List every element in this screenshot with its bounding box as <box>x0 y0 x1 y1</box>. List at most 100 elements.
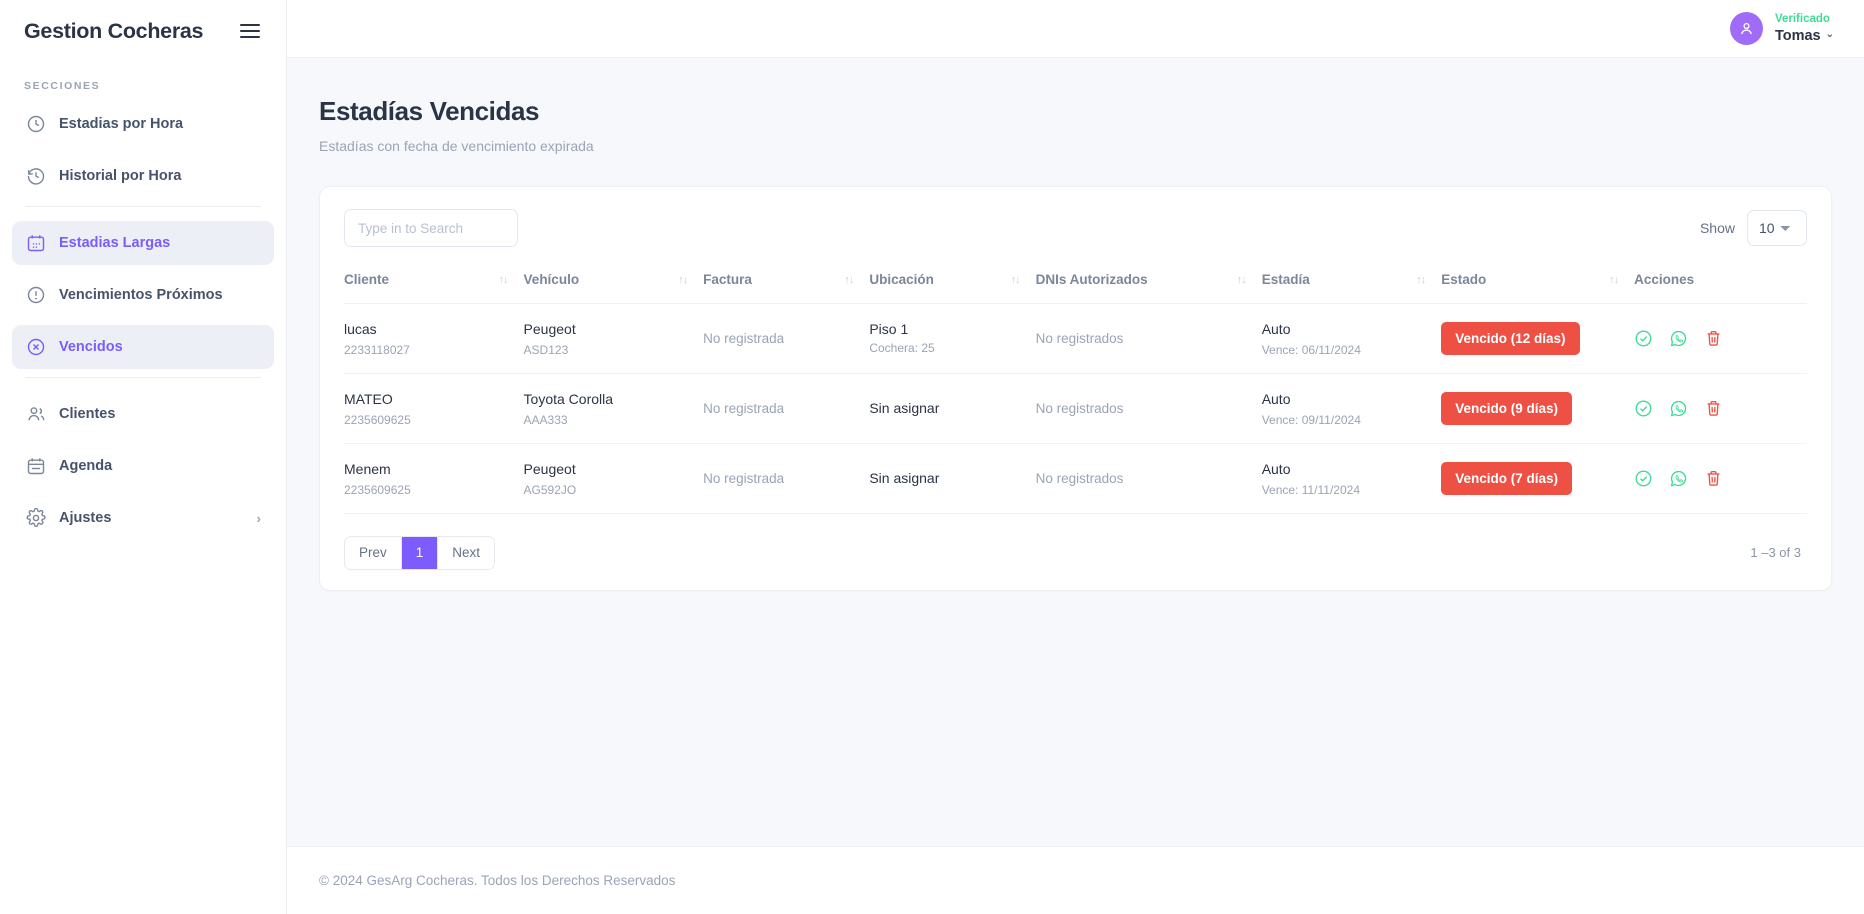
estadias-vencidas-table: Cliente ↑↓ Vehículo ↑↓ Factura ↑↓ Ubicación… <box>344 263 1807 514</box>
sidebar-item-label: Ajustes <box>59 510 112 526</box>
estadia-tipo: Auto <box>1261 460 1291 477</box>
cell-vehiculo: Peugeot AG592JO <box>523 443 704 514</box>
cell-cliente: Menem 2235609625 <box>344 443 524 514</box>
hamburger-icon[interactable] <box>238 22 262 40</box>
sort-toggle[interactable]: ↑↓ <box>1011 274 1021 286</box>
col-factura[interactable]: Factura ↑↓ <box>703 263 870 304</box>
chevron-down-icon[interactable]: ⌄ <box>1826 29 1834 42</box>
check-circle-icon[interactable] <box>1634 329 1653 348</box>
status-badge[interactable]: Vencido (7 días) <box>1441 461 1573 495</box>
cell-estado: Vencido (9 días) <box>1441 373 1635 444</box>
sidebar-item-label: Historial por Hora <box>59 168 182 184</box>
user-name-text: Tomas <box>1774 27 1821 44</box>
cliente-name: Menem <box>344 460 391 477</box>
gear-icon <box>25 508 46 529</box>
factura-status: No registrada <box>703 401 785 417</box>
pagination-next[interactable]: Next <box>438 536 495 569</box>
cell-estadia: Auto Vence: 11/11/2024 <box>1261 443 1442 514</box>
page-size-select[interactable]: 102550100 <box>1747 210 1807 246</box>
sidebar-item-vencimientos-proximos[interactable]: Vencimientos Próximos <box>12 273 274 317</box>
col-estado[interactable]: Estado ↑↓ <box>1441 263 1635 304</box>
user-menu[interactable]: Verificado Tomas ⌄ <box>1729 12 1834 45</box>
table-card: Show 102550100 Cliente↑↓ <box>319 186 1832 591</box>
check-circle-icon[interactable] <box>1634 469 1653 488</box>
estadia-tipo: Auto <box>1261 321 1291 337</box>
sidebar-divider-2 <box>25 377 261 378</box>
app-title: Gestion Cocheras <box>24 18 204 43</box>
x-circle-icon <box>25 337 46 358</box>
col-ubicacion[interactable]: Ubicación ↑↓ <box>869 263 1036 304</box>
cell-dnis-autorizados: No registrados <box>1035 443 1262 514</box>
sidebar-item-ajustes[interactable]: Ajustes › <box>12 496 274 540</box>
row-actions <box>1634 469 1807 488</box>
sidebar-item-estadias-largas[interactable]: Estadias Largas <box>12 221 274 265</box>
clock-icon <box>25 114 46 135</box>
cell-factura: No registrada <box>703 303 870 374</box>
col-dnis-autorizados[interactable]: DNIs Autorizados ↑↓ <box>1035 263 1262 304</box>
ubicacion-piso: Sin asignar <box>869 470 940 487</box>
status-badge[interactable]: Vencido (12 días) <box>1441 321 1580 355</box>
avatar <box>1729 12 1763 45</box>
cliente-name: MATEO <box>344 390 393 407</box>
cell-acciones <box>1634 443 1807 514</box>
trash-icon[interactable] <box>1704 469 1723 488</box>
pagination-prev[interactable]: Prev <box>345 536 402 569</box>
ubicacion-piso: Piso 1 <box>869 321 909 338</box>
sidebar-item-label: Estadias Largas <box>59 235 171 251</box>
sidebar-item-estadias-por-hora[interactable]: Estadias por Hora <box>12 102 274 146</box>
row-actions <box>1634 329 1807 348</box>
user-meta: Verificado Tomas ⌄ <box>1775 12 1834 45</box>
table-header-row: Cliente ↑↓ Vehículo ↑↓ Factura ↑↓ Ubicación… <box>344 263 1807 304</box>
trash-icon[interactable] <box>1704 399 1723 418</box>
sidebar-item-agenda[interactable]: Agenda <box>12 444 274 488</box>
pagination-range: 1 –3 of 3 <box>1750 545 1801 561</box>
sidebar-item-clientes[interactable]: Clientes <box>12 392 274 436</box>
chevron-right-icon: › <box>256 510 261 526</box>
col-estadia[interactable]: Estadía ↑↓ <box>1261 263 1442 304</box>
sort-toggle[interactable]: ↑↓ <box>844 274 854 286</box>
whatsapp-icon[interactable] <box>1669 399 1688 418</box>
col-vehiculo[interactable]: Vehículo ↑↓ <box>523 263 704 304</box>
sort-toggle[interactable]: ↑↓ <box>678 274 688 286</box>
sidebar-item-label: Estadias por Hora <box>59 116 184 132</box>
verified-badge: Verificado <box>1774 13 1830 26</box>
app-root: Gestion Cocheras SECCIONES Estadias por … <box>0 0 1864 914</box>
cell-estado: Vencido (12 días) <box>1441 303 1635 374</box>
user-icon <box>1741 22 1752 35</box>
sort-toggle[interactable]: ↑↓ <box>1416 274 1426 286</box>
sidebar-item-historial-por-hora[interactable]: Historial por Hora <box>12 154 274 198</box>
pagination-page-1[interactable]: 1 <box>401 536 439 569</box>
whatsapp-icon[interactable] <box>1669 329 1688 348</box>
sidebar-divider-1 <box>25 206 261 207</box>
cliente-dni: 2235609625 <box>344 482 411 497</box>
cell-vehiculo: Peugeot ASD123 <box>523 303 704 374</box>
check-circle-icon[interactable] <box>1634 399 1653 418</box>
col-cliente[interactable]: Cliente ↑↓ <box>344 263 524 304</box>
factura-status: No registrada <box>703 331 785 347</box>
sidebar-item-vencidos[interactable]: Vencidos <box>12 325 274 369</box>
table-row: lucas 2233118027 Peugeot ASD123 No regis… <box>344 303 1807 374</box>
cell-estado: Vencido (7 días) <box>1441 443 1635 514</box>
sidebar-item-label: Clientes <box>59 406 116 422</box>
users-icon <box>25 404 46 425</box>
whatsapp-icon[interactable] <box>1669 469 1688 488</box>
sort-toggle[interactable]: ↑↓ <box>499 274 509 286</box>
cell-dnis-autorizados: No registrados <box>1035 373 1262 444</box>
cell-ubicacion: Sin asignar <box>869 373 1036 444</box>
sidebar-item-label: Vencidos <box>59 339 123 355</box>
trash-icon[interactable] <box>1704 329 1723 348</box>
sort-toggle[interactable]: ↑↓ <box>1609 274 1619 286</box>
cell-estadia: Auto Vence: 06/11/2024 <box>1261 303 1442 374</box>
calendar-icon <box>25 456 46 477</box>
alert-circle-icon <box>25 285 46 306</box>
cell-cliente: lucas 2233118027 <box>344 303 524 374</box>
ubicacion-piso: Sin asignar <box>869 400 940 417</box>
vehiculo-patente: AAA333 <box>523 412 568 427</box>
sort-toggle[interactable]: ↑↓ <box>1237 274 1247 286</box>
pagination: Prev 1 Next <box>344 535 496 570</box>
vehiculo-modelo: Peugeot <box>523 460 576 477</box>
status-badge[interactable]: Vencido (9 días) <box>1441 391 1573 425</box>
pagination-row: Prev 1 Next 1 –3 of 3 <box>344 535 1807 570</box>
search-input[interactable] <box>344 209 518 247</box>
sidebar-brand: Gestion Cocheras <box>0 0 286 58</box>
